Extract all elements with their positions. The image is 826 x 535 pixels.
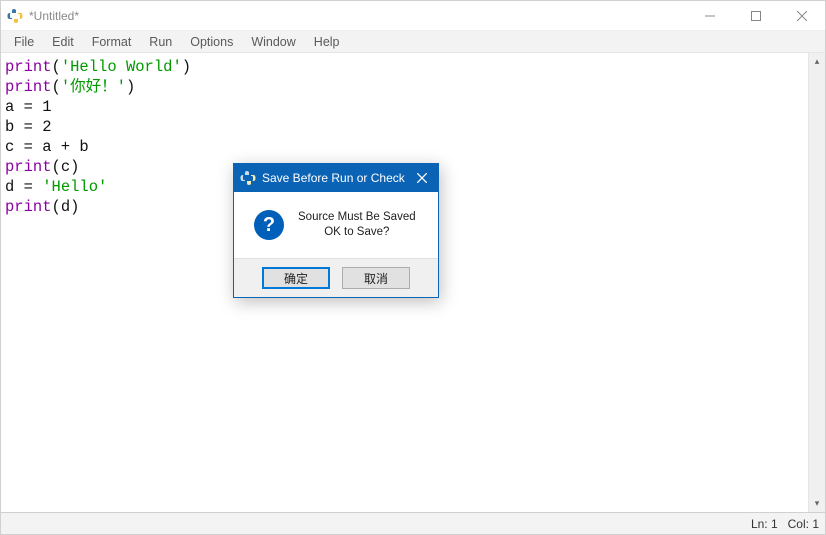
python-idle-icon (240, 170, 256, 186)
menu-help[interactable]: Help (305, 31, 349, 53)
status-column-number: Col: 1 (788, 517, 819, 531)
menu-options[interactable]: Options (181, 31, 242, 53)
code-line: b = 2 (5, 117, 804, 137)
code-line: c = a + b (5, 137, 804, 157)
dialog-message: Source Must Be Saved OK to Save? (298, 210, 416, 240)
code-line: print('你好！') (5, 77, 804, 97)
python-idle-icon (7, 8, 23, 24)
cancel-button[interactable]: 取消 (342, 267, 410, 289)
status-bar: Ln: 1 Col: 1 (1, 512, 825, 534)
menu-bar: File Edit Format Run Options Window Help (1, 31, 825, 53)
dialog-message-line1: Source Must Be Saved (298, 210, 416, 225)
vertical-scrollbar[interactable]: ▴ ▾ (808, 53, 825, 512)
maximize-button[interactable] (733, 1, 779, 30)
menu-run[interactable]: Run (140, 31, 181, 53)
menu-window[interactable]: Window (242, 31, 304, 53)
dialog-button-row: 确定 取消 (234, 258, 438, 297)
question-icon: ? (254, 210, 284, 240)
minimize-button[interactable] (687, 1, 733, 30)
close-button[interactable] (779, 1, 825, 30)
window-title: *Untitled* (29, 9, 687, 23)
menu-format[interactable]: Format (83, 31, 141, 53)
dialog-body: ? Source Must Be Saved OK to Save? (234, 192, 438, 258)
code-line: print('Hello World') (5, 57, 804, 77)
title-bar: *Untitled* (1, 1, 825, 31)
scroll-down-icon[interactable]: ▾ (809, 495, 825, 512)
window-controls (687, 1, 825, 30)
scroll-up-icon[interactable]: ▴ (809, 53, 825, 70)
dialog-close-button[interactable] (410, 168, 434, 188)
dialog-message-line2: OK to Save? (298, 225, 416, 240)
status-line-number: Ln: 1 (751, 517, 778, 531)
dialog-title: Save Before Run or Check (262, 171, 410, 185)
dialog-title-bar[interactable]: Save Before Run or Check (234, 164, 438, 192)
menu-edit[interactable]: Edit (43, 31, 83, 53)
code-line: a = 1 (5, 97, 804, 117)
ok-button[interactable]: 确定 (262, 267, 330, 289)
save-before-run-dialog: Save Before Run or Check ? Source Must B… (233, 163, 439, 298)
menu-file[interactable]: File (5, 31, 43, 53)
